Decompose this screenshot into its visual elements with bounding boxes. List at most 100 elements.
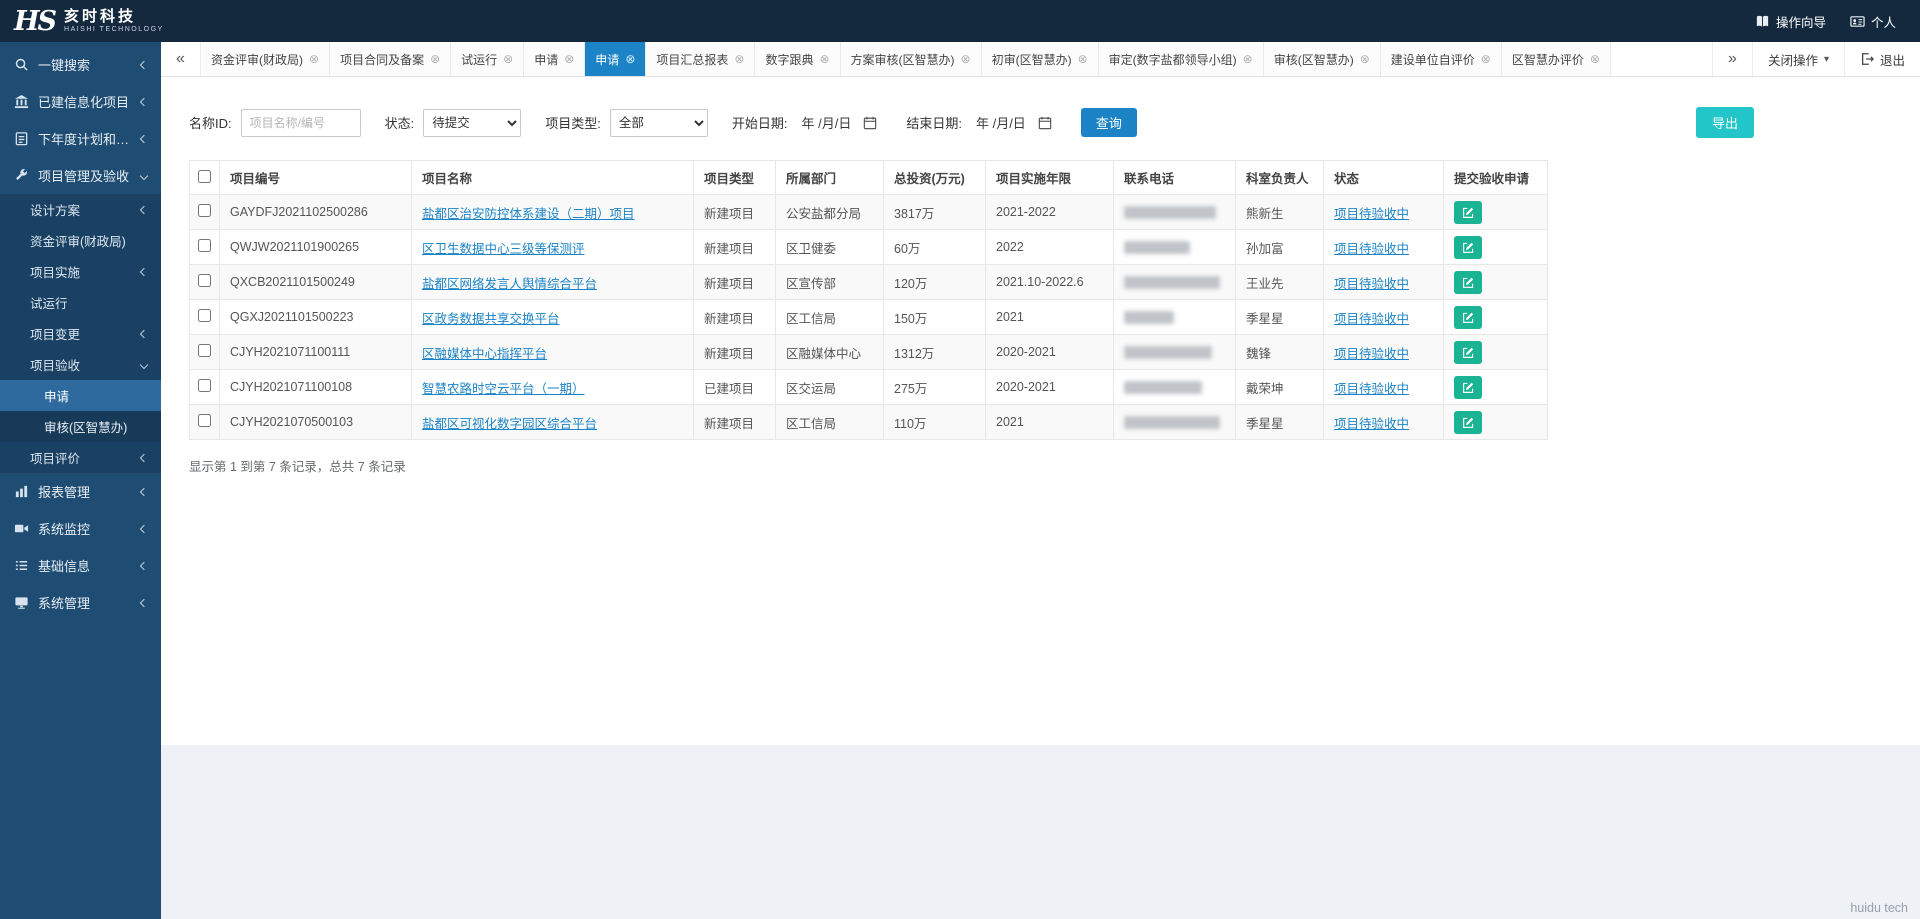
project-manager: 孙加富 — [1235, 229, 1324, 265]
sidebar-item-implementation[interactable]: 项目实施 — [0, 256, 161, 287]
status-link[interactable]: 项目待验收中 — [1334, 277, 1409, 291]
sidebar-item-quick-search[interactable]: 一键搜索 — [0, 46, 161, 83]
tab-4[interactable]: 申请 ⊗ — [585, 42, 647, 76]
select-all-checkbox[interactable] — [198, 169, 211, 183]
submit-acceptance-button[interactable] — [1454, 305, 1482, 329]
project-type-select[interactable]: 全部 — [609, 108, 708, 137]
book-icon — [1755, 14, 1770, 29]
status-link[interactable]: 项目待验收中 — [1334, 312, 1409, 326]
row-checkbox[interactable] — [198, 379, 211, 392]
status-link[interactable]: 项目待验收中 — [1334, 382, 1409, 396]
sidebar-item-review-smart-office[interactable]: 审核(区智慧办) — [0, 411, 161, 442]
tab-3[interactable]: 申请 ⊗ — [524, 42, 586, 76]
status-link[interactable]: 项目待验收中 — [1334, 207, 1409, 221]
logout-button[interactable]: 退出 — [1843, 42, 1920, 76]
tab-close-icon[interactable]: ⊗ — [503, 53, 513, 65]
project-name-link[interactable]: 盐都区治安防控体系建设（二期）项目 — [422, 207, 635, 221]
tab-label: 申请 — [595, 52, 620, 67]
personal-button[interactable]: 个人 — [1850, 12, 1896, 31]
tab-9[interactable]: 审定(数字盐都领导小组) ⊗ — [1098, 42, 1264, 76]
tab-close-icon[interactable]: ⊗ — [309, 53, 319, 65]
submit-acceptance-button[interactable] — [1454, 235, 1482, 259]
tab-1[interactable]: 项目合同及备案 ⊗ — [330, 42, 452, 76]
project-dept: 区工信局 — [775, 404, 884, 440]
submit-acceptance-button[interactable] — [1454, 270, 1482, 294]
sidebar-item-basic-info[interactable]: 基础信息 — [0, 547, 161, 584]
tab-close-icon[interactable]: ⊗ — [564, 53, 574, 65]
project-name-link[interactable]: 区融媒体中心指挥平台 — [422, 347, 547, 361]
name-filter-label: 名称ID: — [189, 116, 232, 131]
project-dept: 区工信局 — [775, 299, 884, 335]
chevron-left-icon — [139, 598, 149, 607]
submit-acceptance-button[interactable] — [1454, 200, 1482, 224]
export-button[interactable]: 导出 — [1695, 107, 1754, 138]
sidebar-item-system-management[interactable]: 系统管理 — [0, 584, 161, 621]
sidebar-item-acceptance[interactable]: 项目验收 — [0, 349, 161, 380]
project-name-link[interactable]: 智慧农路时空云平台（一期） — [422, 382, 585, 396]
sidebar-item-project-change[interactable]: 项目变更 — [0, 318, 161, 349]
sidebar-item-design-plan[interactable]: 设计方案 — [0, 194, 161, 225]
sidebar-item-project-management[interactable]: 项目管理及验收 — [0, 157, 161, 194]
tab-2[interactable]: 试运行 ⊗ — [451, 42, 525, 76]
start-date-input[interactable]: 年 /月/日 — [797, 109, 883, 137]
end-date-input[interactable]: 年 /月/日 — [971, 109, 1057, 137]
project-name-link[interactable]: 盐都区可视化数字园区综合平台 — [422, 417, 597, 431]
status-select[interactable]: 待提交 — [423, 108, 522, 137]
column-header: 提交验收申请 — [1443, 160, 1548, 195]
info-icon — [14, 558, 29, 573]
redacted-phone — [1124, 205, 1216, 219]
close-operations-dropdown[interactable]: 关闭操作 ▾ — [1751, 42, 1844, 76]
sidebar-item-apply[interactable]: 申请 — [0, 380, 161, 411]
submit-acceptance-button[interactable] — [1454, 375, 1482, 399]
tab-close-icon[interactable]: ⊗ — [625, 53, 635, 65]
tab-12[interactable]: 区智慧办评价 ⊗ — [1501, 42, 1611, 76]
submit-acceptance-button[interactable] — [1454, 340, 1482, 364]
name-filter-input[interactable] — [240, 108, 361, 137]
tab-close-icon[interactable]: ⊗ — [1360, 53, 1370, 65]
sidebar-item-report-management[interactable]: 报表管理 — [0, 473, 161, 510]
tab-6[interactable]: 数字跟典 ⊗ — [755, 42, 841, 76]
project-name-link[interactable]: 区卫生数据中心三级等保测评 — [422, 242, 585, 256]
project-name-link[interactable]: 区政务数据共享交换平台 — [422, 312, 560, 326]
tab-10[interactable]: 审核(区智慧办) ⊗ — [1263, 42, 1381, 76]
tabs-scroll-left-button[interactable]: « — [161, 42, 201, 76]
tab-5[interactable]: 项目汇总报表 ⊗ — [646, 42, 756, 76]
sidebar-item-evaluation[interactable]: 项目评价 — [0, 442, 161, 473]
operation-guide-button[interactable]: 操作向导 — [1755, 12, 1826, 31]
sidebar-item-next-year-plan[interactable]: 下年度计划和审批 — [0, 120, 161, 157]
project-name-link[interactable]: 盐都区网络发言人舆情综合平台 — [422, 277, 597, 291]
tab-0[interactable]: 资金评审(财政局) ⊗ — [201, 42, 331, 76]
main-content: « 资金评审(财政局) ⊗ 项目合同及备案 ⊗ 试运行 ⊗ 申请 ⊗ 申请 ⊗ 项目汇总报表 ⊗ 数字跟… — [161, 42, 1920, 919]
query-button[interactable]: 查询 — [1080, 108, 1137, 137]
tab-11[interactable]: 建设单位自评价 ⊗ — [1380, 42, 1502, 76]
status-filter-group: 状态: 待提交 — [385, 108, 522, 137]
row-checkbox[interactable] — [198, 274, 211, 287]
tab-close-icon[interactable]: ⊗ — [1243, 53, 1253, 65]
tab-7[interactable]: 方案审核(区智慧办) ⊗ — [840, 42, 982, 76]
tab-close-icon[interactable]: ⊗ — [1078, 53, 1088, 65]
watermark: huidu tech — [1850, 901, 1908, 915]
tab-close-icon[interactable]: ⊗ — [819, 53, 829, 65]
status-link[interactable]: 项目待验收中 — [1334, 242, 1409, 256]
tab-close-icon[interactable]: ⊗ — [961, 53, 971, 65]
sidebar-item-built-projects[interactable]: 已建信息化项目 — [0, 83, 161, 120]
tab-close-icon[interactable]: ⊗ — [1481, 53, 1491, 65]
sidebar-item-fund-review[interactable]: 资金评审(财政局) — [0, 225, 161, 256]
tab-close-icon[interactable]: ⊗ — [430, 53, 440, 65]
sidebar-item-trial-run[interactable]: 试运行 — [0, 287, 161, 318]
row-checkbox[interactable] — [198, 344, 211, 357]
tab-8[interactable]: 初审(区智慧办) ⊗ — [981, 42, 1099, 76]
chevron-left-icon — [139, 561, 149, 570]
sidebar-item-system-monitor[interactable]: 系统监控 — [0, 510, 161, 547]
status-link[interactable]: 项目待验收中 — [1334, 347, 1409, 361]
row-checkbox[interactable] — [198, 309, 211, 322]
status-link[interactable]: 项目待验收中 — [1334, 417, 1409, 431]
tab-close-icon[interactable]: ⊗ — [734, 53, 744, 65]
tab-close-icon[interactable]: ⊗ — [1590, 53, 1600, 65]
row-checkbox[interactable] — [198, 204, 211, 217]
submit-acceptance-button[interactable] — [1454, 410, 1482, 434]
row-checkbox[interactable] — [198, 239, 211, 252]
row-checkbox[interactable] — [198, 414, 211, 427]
chevron-left-icon — [139, 134, 149, 143]
tabs-scroll-right-button[interactable]: » — [1711, 42, 1752, 76]
